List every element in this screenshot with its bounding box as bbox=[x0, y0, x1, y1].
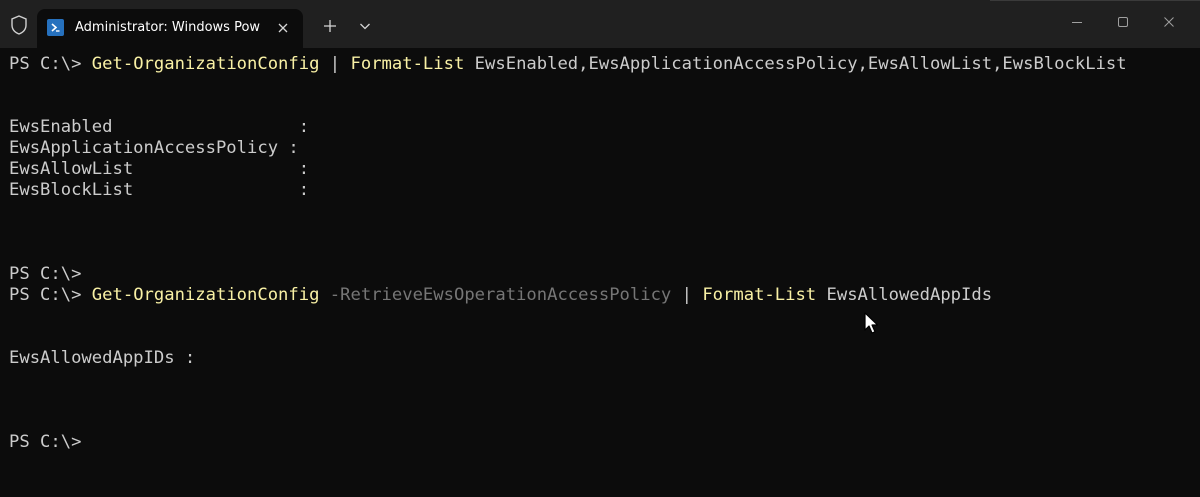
mouse-pointer-icon bbox=[864, 312, 880, 336]
output-line: EwsBlockList : bbox=[9, 180, 310, 200]
close-icon[interactable] bbox=[1146, 2, 1192, 42]
terminal-window: Administrator: Windows PowerShell bbox=[0, 0, 1200, 497]
title-divider bbox=[990, 0, 1200, 1]
tab-title: Administrator: Windows PowerShell bbox=[75, 20, 260, 35]
plus-icon[interactable] bbox=[318, 14, 342, 38]
command-arguments: EwsAllowedAppIds bbox=[816, 285, 993, 305]
minimize-icon[interactable] bbox=[1054, 2, 1100, 42]
output-line: EwsAllowedAppIDs : bbox=[9, 348, 196, 368]
output-line: EwsEnabled : bbox=[9, 117, 310, 137]
tab-administrator-powershell[interactable]: Administrator: Windows PowerShell bbox=[37, 9, 303, 48]
prompt-line: PS C:\> bbox=[9, 432, 82, 452]
command-arguments: EwsEnabled,EwsApplicationAccessPolicy,Ew… bbox=[464, 54, 1127, 74]
cmdlet-get-organizationconfig: Get-OrganizationConfig bbox=[91, 54, 320, 74]
scrollbar[interactable] bbox=[1183, 52, 1197, 492]
cmdlet-format-list: Format-List bbox=[350, 54, 465, 74]
close-icon[interactable] bbox=[273, 18, 293, 38]
powershell-icon bbox=[47, 19, 64, 36]
parameter-retrieveewsoperationaccesspolicy: -RetrieveEwsOperationAccessPolicy bbox=[319, 285, 672, 305]
prompt: PS C:\> bbox=[9, 54, 92, 74]
command-line-2: PS C:\> Get-OrganizationConfig -Retrieve… bbox=[9, 285, 992, 306]
pipe-operator: | bbox=[671, 285, 703, 305]
cmdlet-format-list: Format-List bbox=[702, 285, 817, 305]
shield-icon bbox=[8, 13, 30, 37]
output-line: EwsApplicationAccessPolicy : bbox=[9, 138, 299, 158]
prompt: PS C:\> bbox=[9, 285, 92, 305]
pipe-operator: | bbox=[319, 54, 351, 74]
title-bar[interactable]: Administrator: Windows PowerShell bbox=[0, 0, 1200, 48]
chevron-down-icon[interactable] bbox=[354, 14, 376, 38]
output-line: EwsAllowList : bbox=[9, 159, 310, 179]
maximize-icon[interactable] bbox=[1100, 2, 1146, 42]
cmdlet-get-organizationconfig: Get-OrganizationConfig bbox=[91, 285, 320, 305]
terminal-output[interactable]: PS C:\> Get-OrganizationConfig | Format-… bbox=[9, 54, 1179, 494]
prompt-line: PS C:\> bbox=[9, 264, 82, 284]
command-line-1: PS C:\> Get-OrganizationConfig | Format-… bbox=[9, 54, 1127, 75]
